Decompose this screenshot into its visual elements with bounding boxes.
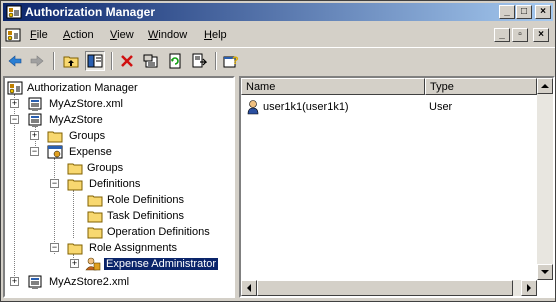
tree-collapse-button[interactable]: − <box>10 115 19 124</box>
tree-connector <box>54 158 55 254</box>
minimize-button[interactable]: _ <box>499 5 515 19</box>
folder-icon <box>87 211 103 223</box>
maximize-button[interactable]: □ <box>516 5 532 19</box>
child-close-button[interactable]: × <box>533 28 549 42</box>
store-icon <box>28 97 42 111</box>
application-icon <box>47 145 63 159</box>
up-one-level-button[interactable] <box>61 51 81 71</box>
tree-collapse-button[interactable]: − <box>50 179 59 188</box>
arrow-right-icon <box>527 284 531 292</box>
console-panes: Authorization Manager + MyAzStore.xml − <box>3 76 555 301</box>
menu-bar: File Action View Window Help _ ▫ × <box>1 25 555 45</box>
scroll-left-button[interactable] <box>241 280 257 296</box>
child-restore-button[interactable]: ▫ <box>512 28 528 42</box>
list-item-name: user1k1(user1k1) <box>263 101 349 113</box>
help-button[interactable]: ? <box>221 51 241 71</box>
delete-icon <box>121 55 133 67</box>
console-window-icon[interactable] <box>5 27 21 43</box>
horizontal-scrollbar[interactable] <box>241 280 537 296</box>
column-header-name[interactable]: Name <box>241 78 425 95</box>
tree-connector <box>73 190 74 238</box>
menu-window[interactable]: Window <box>148 29 187 41</box>
folder-icon <box>67 179 83 191</box>
tree-expand-button[interactable]: + <box>10 99 19 108</box>
up-folder-icon <box>63 56 79 68</box>
show-hide-tree-icon <box>87 54 103 68</box>
scroll-down-button[interactable] <box>537 264 553 280</box>
store-icon <box>28 113 42 127</box>
tree-expand-button[interactable]: + <box>30 131 39 140</box>
tree-expand-button[interactable]: + <box>70 259 79 268</box>
result-pane[interactable]: Name Type user1k1(user1k1) User <box>239 76 555 298</box>
properties-icon <box>143 54 158 68</box>
role-assignment-icon <box>85 257 101 271</box>
vertical-scrollbar[interactable] <box>537 78 553 280</box>
arrow-up-icon <box>541 84 549 88</box>
menu-help[interactable]: Help <box>204 29 227 41</box>
store-icon <box>28 275 42 289</box>
child-minimize-button[interactable]: _ <box>494 28 510 42</box>
list-header: Name Type <box>241 78 553 95</box>
column-header-type[interactable]: Type <box>425 78 537 95</box>
folder-icon <box>67 243 83 255</box>
console-tree[interactable]: Authorization Manager + MyAzStore.xml − <box>3 76 235 298</box>
svg-text:?: ? <box>232 55 239 67</box>
authorization-manager-icon <box>7 81 23 95</box>
tree-collapse-button[interactable]: − <box>30 147 39 156</box>
menu-view[interactable]: View <box>110 29 134 41</box>
properties-button[interactable] <box>141 51 161 71</box>
show-hide-console-tree-button[interactable] <box>85 51 105 71</box>
authorization-manager-window: Authorization Manager _ □ × File Action … <box>0 0 556 302</box>
menu-action[interactable]: Action <box>63 29 94 41</box>
delete-button[interactable] <box>117 51 137 71</box>
export-list-icon <box>192 53 207 68</box>
menu-file[interactable]: File <box>30 29 48 41</box>
list-item-type: User <box>429 101 453 113</box>
folder-icon <box>67 163 83 175</box>
forward-button[interactable] <box>27 51 47 71</box>
arrow-down-icon <box>541 270 549 274</box>
authorization-manager-app-icon[interactable] <box>6 4 22 20</box>
folder-icon <box>47 131 63 143</box>
user-icon <box>247 100 259 115</box>
title-bar[interactable]: Authorization Manager _ □ × <box>3 3 553 21</box>
export-list-button[interactable] <box>189 51 209 71</box>
forward-icon <box>30 55 44 67</box>
toolbar-separator <box>215 52 217 70</box>
tree-expand-button[interactable]: + <box>10 277 19 286</box>
arrow-left-icon <box>247 284 251 292</box>
close-button[interactable]: × <box>535 5 551 19</box>
scroll-up-button[interactable] <box>537 78 553 94</box>
back-icon <box>8 55 22 67</box>
help-icon: ? <box>223 55 239 68</box>
refresh-button[interactable] <box>165 51 185 71</box>
toolbar: ? <box>1 47 555 73</box>
list-item[interactable]: user1k1(user1k1) User <box>241 98 537 116</box>
folder-icon <box>87 195 103 207</box>
toolbar-separator <box>111 52 113 70</box>
refresh-icon <box>169 53 181 69</box>
folder-icon <box>87 227 103 239</box>
scroll-thumb[interactable] <box>257 280 513 296</box>
scroll-right-button[interactable] <box>521 280 537 296</box>
tree-collapse-button[interactable]: − <box>50 243 59 252</box>
window-title: Authorization Manager <box>25 5 156 19</box>
toolbar-separator <box>53 52 55 70</box>
back-button[interactable] <box>5 51 25 71</box>
